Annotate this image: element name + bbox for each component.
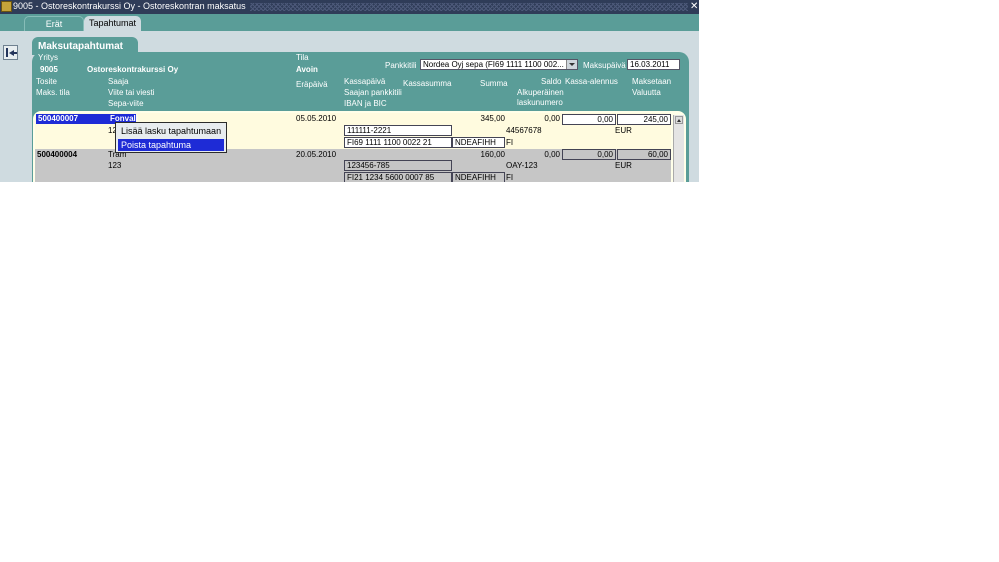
col-kassapaiva: Kassapäivä	[344, 77, 386, 86]
row2-summa: 160,00	[480, 150, 505, 159]
app-window: 9005 - Ostoreskontrakurssi Oy - Ostoresk…	[0, 0, 699, 182]
scroll-up-icon[interactable]	[675, 116, 683, 124]
row1-erapaiva: 05.05.2010	[296, 114, 337, 123]
tab-tapahtumat[interactable]: Tapahtumat	[84, 16, 141, 31]
col-alkuperainen: Alkuperäinen	[517, 88, 564, 97]
col-kassa-alennus: Kassa-alennus	[565, 77, 618, 86]
left-toolbar	[0, 31, 24, 182]
row1-summa: 345,00	[480, 114, 505, 123]
row1-country: FI	[506, 138, 514, 147]
maksupaiva-value: 16.03.2011	[630, 60, 670, 69]
pankkitili-label: Pankkitili	[385, 61, 417, 70]
tab-erat[interactable]: Erät	[24, 16, 84, 31]
tila-value: Avoin	[296, 65, 318, 74]
title-bar: 9005 - Ostoreskontrakurssi Oy - Ostoresk…	[0, 0, 699, 14]
row1-kassa-alennus[interactable]: 0,00	[562, 114, 616, 125]
col-erapaiva: Eräpäivä	[296, 80, 328, 89]
row2-tosite[interactable]: 500400004	[37, 150, 77, 159]
close-icon[interactable]: ✕	[690, 0, 698, 13]
col-tosite: Tosite	[36, 77, 57, 86]
row2-saldo: 0,00	[544, 150, 560, 159]
col-saldo: Saldo	[541, 77, 562, 86]
row1-maksetaan[interactable]: 245,00	[617, 114, 671, 125]
pankkitili-value: Nordea Oyj sepa (FI69 1111 1100 002...	[423, 60, 564, 69]
row1-iban[interactable]: FI69 1111 1100 0022 21	[344, 137, 452, 148]
chevron-down-icon[interactable]	[566, 60, 577, 69]
menu-item-lisaa-lasku[interactable]: Lisää lasku tapahtumaan	[118, 125, 224, 137]
row2-bic[interactable]: NDEAFIHH	[452, 172, 505, 182]
col-iban-bic: IBAN ja BIC	[344, 99, 387, 108]
col-saaja: Saaja	[108, 77, 129, 86]
section-title: Maksutapahtumat	[38, 41, 124, 52]
back-arrow-icon	[6, 48, 8, 57]
row2-saajan-pankkitili[interactable]: 123456-785	[344, 160, 452, 171]
maksupaiva-label: Maksupäivä	[583, 61, 626, 70]
row2-kassa-alennus[interactable]: 0,00	[562, 149, 616, 160]
maksupaiva-field[interactable]: 16.03.2011	[627, 59, 680, 70]
window-title: 9005 - Ostoreskontrakurssi Oy - Ostoresk…	[13, 1, 246, 11]
pankkitili-select[interactable]: Nordea Oyj sepa (FI69 1111 1100 002...	[420, 59, 578, 70]
row1-laskunumero: 44567678	[506, 126, 542, 135]
yritys-code: 9005	[40, 65, 58, 74]
row1-bic[interactable]: NDEAFIHH	[452, 137, 505, 148]
col-summa: Summa	[480, 79, 508, 88]
row2-erapaiva: 20.05.2010	[296, 150, 337, 159]
grid-scrollbar[interactable]	[673, 115, 684, 182]
row1-tosite[interactable]: 500400007	[36, 114, 108, 124]
col-maks-tila: Maks. tila	[36, 88, 70, 97]
row1-saldo: 0,00	[544, 114, 560, 123]
tila-label: Tila	[296, 53, 309, 62]
col-maksetaan: Maksetaan	[632, 77, 672, 86]
back-arrow-shaft	[13, 52, 17, 54]
yritys-name: Ostoreskontrakurssi Oy	[87, 65, 179, 74]
tab-bar: Erät Tapahtumat	[0, 14, 699, 31]
row2-iban[interactable]: FI21 1234 5600 0007 85	[344, 172, 452, 182]
app-icon	[1, 1, 12, 12]
row2-viite: 123	[108, 161, 122, 170]
col-saajan-pankkitili: Saajan pankkitili	[344, 88, 402, 97]
col-kassasumma: Kassasumma	[403, 79, 452, 88]
col-sepa-viite: Sepa-viite	[108, 99, 144, 108]
title-bar-grip[interactable]	[250, 3, 688, 11]
col-laskunumero: laskunumero	[517, 98, 563, 107]
col-valuutta: Valuutta	[632, 88, 661, 97]
yritys-label: Yritys	[38, 53, 58, 62]
row2-valuutta: EUR	[615, 161, 632, 170]
row2-country: FI	[506, 173, 514, 182]
back-button[interactable]	[3, 45, 18, 60]
menu-item-poista-tapahtuma[interactable]: Poista tapahtuma	[118, 139, 224, 151]
row2-laskunumero: OAY-123	[506, 161, 538, 170]
row2-maksetaan[interactable]: 60,00	[617, 149, 671, 160]
context-menu: Lisää lasku tapahtumaan Poista tapahtuma	[115, 122, 227, 153]
col-viite: Viite tai viesti	[108, 88, 155, 97]
row1-valuutta: EUR	[615, 126, 632, 135]
row1-saajan-pankkitili[interactable]: 111111-2221	[344, 125, 452, 136]
